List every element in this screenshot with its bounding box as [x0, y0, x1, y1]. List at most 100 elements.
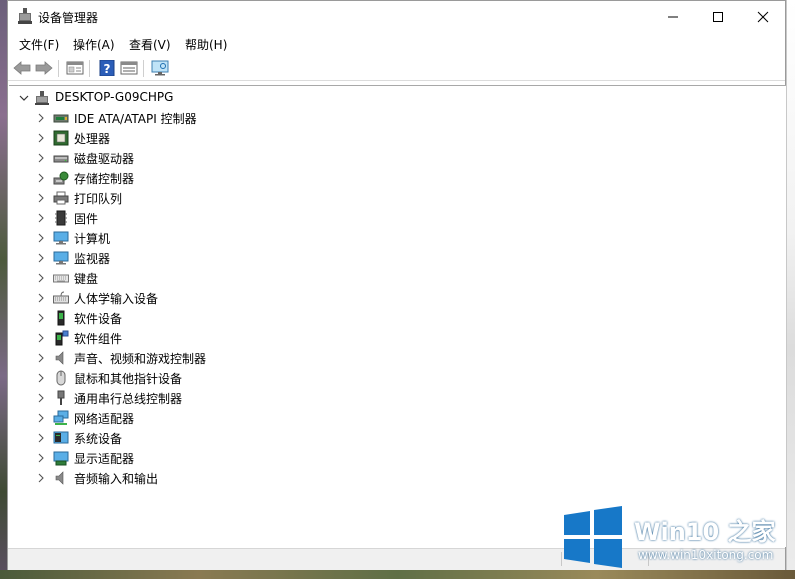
close-icon [757, 11, 768, 22]
tree-item[interactable]: 处理器 [9, 128, 709, 148]
usb-icon [57, 390, 65, 405]
chevron-right-icon[interactable] [36, 452, 46, 464]
help-button[interactable]: ? [97, 59, 117, 77]
svg-text:?: ? [104, 62, 111, 76]
computer-icon [53, 231, 69, 245]
scan-hardware-button[interactable] [150, 59, 170, 77]
tree-item[interactable]: 监视器 [9, 248, 709, 268]
watermark-brand: Win10 之家 [634, 518, 776, 546]
device-manager-icon [18, 8, 32, 24]
chevron-right-icon[interactable] [36, 472, 46, 484]
tree-item[interactable]: IDE ATA/ATAPI 控制器 [9, 108, 709, 128]
chevron-right-icon[interactable] [36, 252, 46, 264]
tree-item[interactable]: 软件组件 [9, 328, 709, 348]
display-adapter-icon [53, 451, 69, 466]
forward-arrow-icon [35, 61, 53, 75]
tree-item-label: 固件 [74, 212, 99, 226]
system-device-icon [53, 431, 69, 444]
chevron-right-icon[interactable] [36, 232, 46, 244]
toolbar: ? [8, 56, 785, 81]
device-manager-window: 设备管理器 文件(F) 操作(A) 查看(V) 帮助(H) ? DESKTOP-… [7, 0, 786, 570]
tree-item-label: 人体学输入设备 [74, 292, 159, 306]
chevron-right-icon[interactable] [36, 172, 46, 184]
keyboard-icon [53, 274, 69, 283]
chevron-right-icon[interactable] [36, 352, 46, 364]
tree-item[interactable]: 鼠标和其他指针设备 [9, 368, 709, 388]
chevron-right-icon[interactable] [36, 152, 46, 164]
chevron-right-icon[interactable] [36, 312, 46, 324]
minimize-button[interactable] [650, 1, 695, 32]
chevron-right-icon[interactable] [36, 112, 46, 124]
monitor-scan-icon [151, 60, 169, 76]
chevron-right-icon[interactable] [36, 332, 46, 344]
minimize-icon [667, 16, 678, 17]
menu-file[interactable]: 文件(F) [17, 36, 61, 53]
chevron-right-icon[interactable] [36, 432, 46, 444]
tree-item[interactable]: 固件 [9, 208, 709, 228]
help-icon: ? [99, 60, 115, 76]
chevron-right-icon[interactable] [36, 272, 46, 284]
ide-controller-icon [53, 114, 69, 123]
menu-view[interactable]: 查看(V) [127, 36, 173, 53]
chevron-right-icon[interactable] [36, 392, 46, 404]
close-button[interactable] [740, 1, 785, 32]
device-tree: DESKTOP-G09CHPG IDE ATA/ATAPI 控制器 处理器 磁盘… [9, 85, 786, 547]
network-adapter-icon [53, 410, 69, 425]
tree-item[interactable]: 软件设备 [9, 308, 709, 328]
tree-item[interactable]: 存储控制器 [9, 168, 709, 188]
printer-icon [53, 191, 69, 205]
chevron-right-icon[interactable] [36, 292, 46, 304]
chevron-right-icon[interactable] [36, 192, 46, 204]
computer-tower-icon [35, 91, 49, 105]
sound-icon [55, 351, 64, 365]
menu-help[interactable]: 帮助(H) [183, 36, 229, 53]
chevron-right-icon[interactable] [36, 412, 46, 424]
tree-item[interactable]: 音频输入和输出 [9, 468, 709, 488]
tree-item-label: 显示适配器 [74, 452, 135, 466]
tree-item[interactable]: 声音、视频和游戏控制器 [9, 348, 709, 368]
chevron-right-icon[interactable] [36, 212, 46, 224]
mouse-icon [56, 370, 66, 386]
update-driver-button[interactable] [119, 59, 139, 77]
maximize-button[interactable] [695, 1, 740, 32]
title-bar[interactable]: 设备管理器 [8, 1, 785, 32]
monitor-icon [53, 251, 69, 265]
software-component-icon [55, 330, 69, 346]
back-arrow-icon [13, 61, 31, 75]
tree-item-label: 声音、视频和游戏控制器 [74, 352, 207, 366]
root-label: DESKTOP-G09CHPG [55, 90, 174, 104]
menu-action[interactable]: 操作(A) [71, 36, 117, 53]
tree-item[interactable]: 通用串行总线控制器 [9, 388, 709, 408]
back-button[interactable] [12, 59, 32, 77]
tree-item-label: 音频输入和输出 [74, 472, 159, 486]
tree-item-label: 处理器 [74, 132, 111, 146]
tree-item-label: 监视器 [74, 252, 111, 266]
tree-item-label: 网络适配器 [74, 412, 135, 426]
properties-button[interactable] [65, 59, 85, 77]
tree-item[interactable]: 网络适配器 [9, 408, 709, 428]
tree-item[interactable]: 打印队列 [9, 188, 709, 208]
software-device-icon [57, 310, 65, 326]
forward-button[interactable] [34, 59, 54, 77]
tree-item[interactable]: 键盘 [9, 268, 709, 288]
maximize-icon [712, 11, 723, 22]
chevron-down-icon[interactable] [19, 92, 29, 104]
tree-item[interactable]: 系统设备 [9, 428, 709, 448]
chevron-right-icon[interactable] [36, 132, 46, 144]
tree-item[interactable]: 显示适配器 [9, 448, 709, 468]
watermark-url: www.win10xitong.com [638, 548, 774, 562]
disk-drive-icon [53, 155, 69, 163]
chevron-right-icon[interactable] [36, 372, 46, 384]
tree-item[interactable]: 磁盘驱动器 [9, 148, 709, 168]
tree-item-label: 软件设备 [74, 312, 123, 326]
tree-item-label: 磁盘驱动器 [74, 152, 135, 166]
tree-item-label: 软件组件 [74, 332, 123, 346]
tree-item-label: 鼠标和其他指针设备 [74, 372, 183, 386]
background-window-edge [786, 0, 795, 579]
tree-item[interactable]: 人体学输入设备 [9, 288, 709, 308]
tree-item[interactable]: 计算机 [9, 228, 709, 248]
firmware-icon [55, 210, 67, 226]
hid-icon [53, 291, 69, 304]
tree-root[interactable]: DESKTOP-G09CHPG [9, 88, 709, 108]
menu-bar: 文件(F) 操作(A) 查看(V) 帮助(H) [8, 32, 785, 54]
